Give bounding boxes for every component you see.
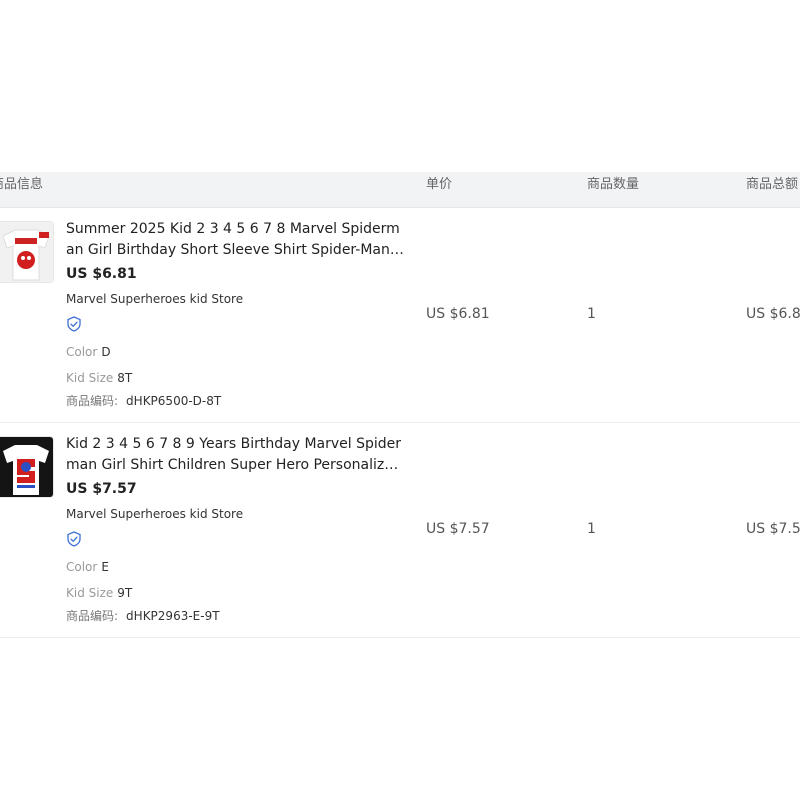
color-label: Color: [66, 345, 98, 359]
product-unit-price: US $7.57: [66, 481, 137, 497]
row-total: US $6.81: [746, 306, 800, 322]
header-quantity: 商品数量: [587, 177, 640, 192]
product-sku: 商品编码: dHKP2963-E-9T: [66, 607, 220, 624]
shield-check-icon: [67, 531, 81, 547]
header-unit-price: 单价: [426, 177, 453, 192]
product-thumbnail[interactable]: [0, 436, 54, 498]
product-color-attr: Color D: [66, 345, 111, 359]
sku-label: 商品编码:: [66, 609, 119, 623]
table-row: Kid 2 3 4 5 6 7 8 9 Years Birthday Marve…: [0, 423, 800, 638]
size-value: 8T: [117, 371, 133, 385]
size-label: Kid Size: [66, 586, 114, 600]
store-name-link[interactable]: Marvel Superheroes kid Store: [66, 292, 243, 306]
product-color-attr: Color E: [66, 560, 109, 574]
table-row: Summer 2025 Kid 2 3 4 5 6 7 8 Marvel Spi…: [0, 208, 800, 423]
order-items-table: 商品信息 单价 商品数量 商品总额 Summer 2025 Kid 2 3 4 …: [0, 172, 800, 638]
row-quantity: 1: [587, 521, 596, 537]
sku-value: dHKP2963-E-9T: [126, 609, 220, 623]
store-name-link[interactable]: Marvel Superheroes kid Store: [66, 507, 243, 521]
row-unit-price: US $6.81: [426, 306, 490, 322]
product-sku: 商品编码: dHKP6500-D-8T: [66, 392, 221, 409]
product-title-link[interactable]: Kid 2 3 4 5 6 7 8 9 Years Birthday Marve…: [66, 434, 406, 476]
color-value: E: [101, 560, 109, 574]
header-product-info: 商品信息: [0, 177, 44, 192]
shield-check-icon: [67, 316, 81, 332]
product-size-attr: Kid Size 8T: [66, 371, 132, 385]
color-value: D: [101, 345, 111, 359]
size-label: Kid Size: [66, 371, 114, 385]
product-title-link[interactable]: Summer 2025 Kid 2 3 4 5 6 7 8 Marvel Spi…: [66, 219, 406, 261]
row-total: US $7.57: [746, 521, 800, 537]
table-header: 商品信息 单价 商品数量 商品总额: [0, 172, 800, 208]
size-value: 9T: [117, 586, 133, 600]
row-quantity: 1: [587, 306, 596, 322]
product-size-attr: Kid Size 9T: [66, 586, 132, 600]
header-total: 商品总额: [746, 177, 799, 192]
product-thumbnail[interactable]: [0, 221, 54, 283]
row-unit-price: US $7.57: [426, 521, 490, 537]
sku-value: dHKP6500-D-8T: [126, 394, 222, 408]
product-unit-price: US $6.81: [66, 266, 137, 282]
sku-label: 商品编码:: [66, 394, 119, 408]
color-label: Color: [66, 560, 98, 574]
